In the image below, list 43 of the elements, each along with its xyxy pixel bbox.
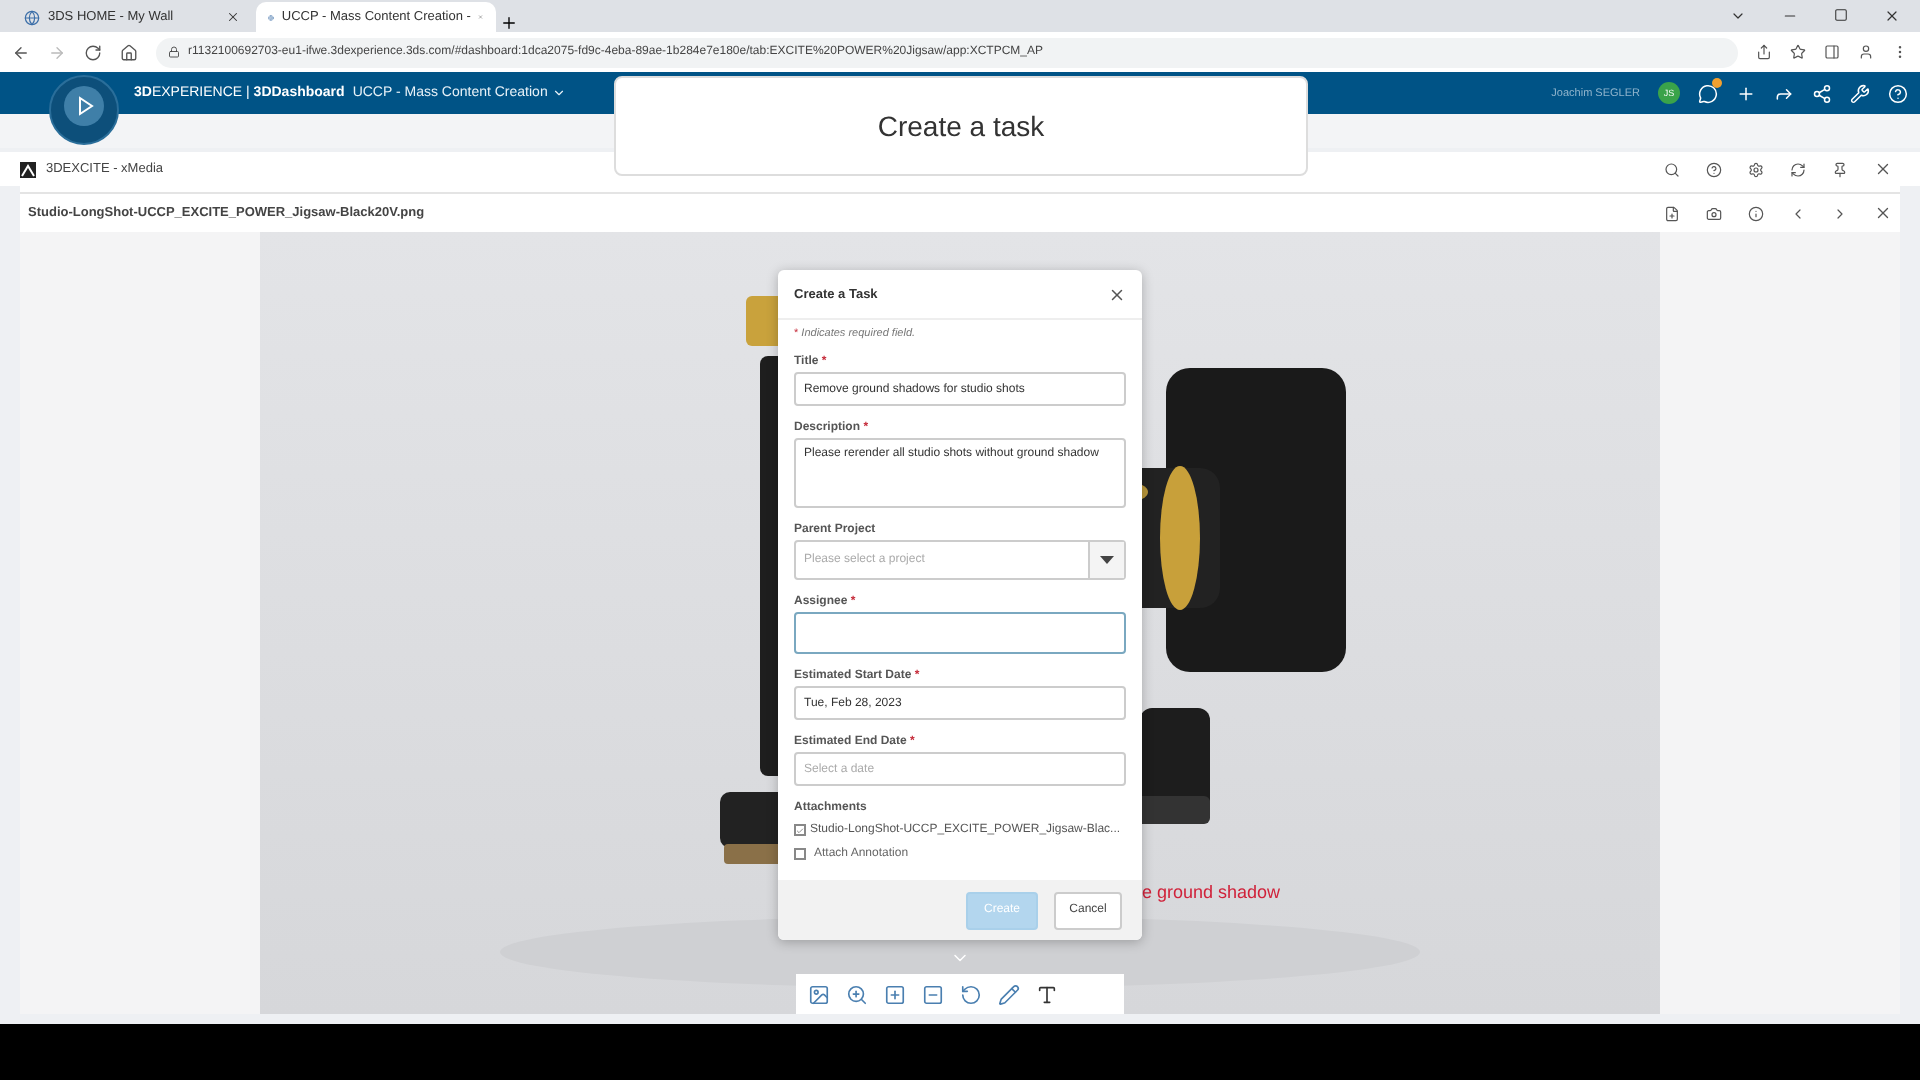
settings-icon[interactable] xyxy=(1748,161,1764,177)
add-file-icon[interactable] xyxy=(1664,205,1680,221)
compass-icon[interactable] xyxy=(48,74,120,146)
chevron-icon xyxy=(551,86,566,100)
caret-icon xyxy=(1100,556,1114,564)
star-icon[interactable] xyxy=(1790,44,1806,60)
text-icon[interactable] xyxy=(1036,983,1058,1005)
zoom-icon[interactable] xyxy=(846,983,868,1005)
back-icon[interactable] xyxy=(12,43,30,61)
add-icon[interactable] xyxy=(1736,83,1756,103)
home-icon[interactable] xyxy=(120,43,138,61)
share-icon[interactable] xyxy=(1774,83,1794,103)
image-icon[interactable] xyxy=(808,983,830,1005)
camera-icon[interactable] xyxy=(1706,205,1722,221)
checkbox[interactable] xyxy=(794,848,806,860)
rotate-icon[interactable] xyxy=(960,983,982,1005)
zoom-in-icon[interactable] xyxy=(884,983,906,1005)
info-icon[interactable] xyxy=(1748,205,1764,221)
app-logo-icon xyxy=(20,161,36,177)
reload-icon[interactable] xyxy=(84,43,102,61)
side-panel-icon[interactable] xyxy=(1824,44,1840,60)
refresh-icon[interactable] xyxy=(1790,161,1806,177)
previous-icon[interactable] xyxy=(1790,205,1806,221)
lock-icon xyxy=(168,46,180,58)
maximize-icon[interactable] xyxy=(1834,8,1848,22)
pencil-icon[interactable] xyxy=(998,983,1020,1005)
input-field[interactable] xyxy=(794,612,1126,654)
pin-icon[interactable] xyxy=(1832,161,1848,177)
next-icon[interactable] xyxy=(1832,205,1848,221)
profile-icon[interactable] xyxy=(1858,44,1874,60)
help-icon[interactable] xyxy=(1706,161,1722,177)
new-tab-icon[interactable] xyxy=(500,14,518,32)
network-icon[interactable] xyxy=(1812,83,1832,103)
notifications-icon[interactable] xyxy=(1698,83,1718,103)
close-button[interactable] xyxy=(1108,285,1126,303)
zoom-out-icon[interactable] xyxy=(922,983,944,1005)
share-icon[interactable] xyxy=(1756,44,1772,60)
annotation-text: e ground shadow xyxy=(1142,882,1281,902)
chevron-icon[interactable] xyxy=(1730,8,1746,24)
tools-icon[interactable] xyxy=(1850,83,1870,103)
search-icon[interactable] xyxy=(1664,161,1680,177)
title-tooltip: Create a task xyxy=(614,76,1308,176)
checkbox[interactable] xyxy=(794,824,806,836)
